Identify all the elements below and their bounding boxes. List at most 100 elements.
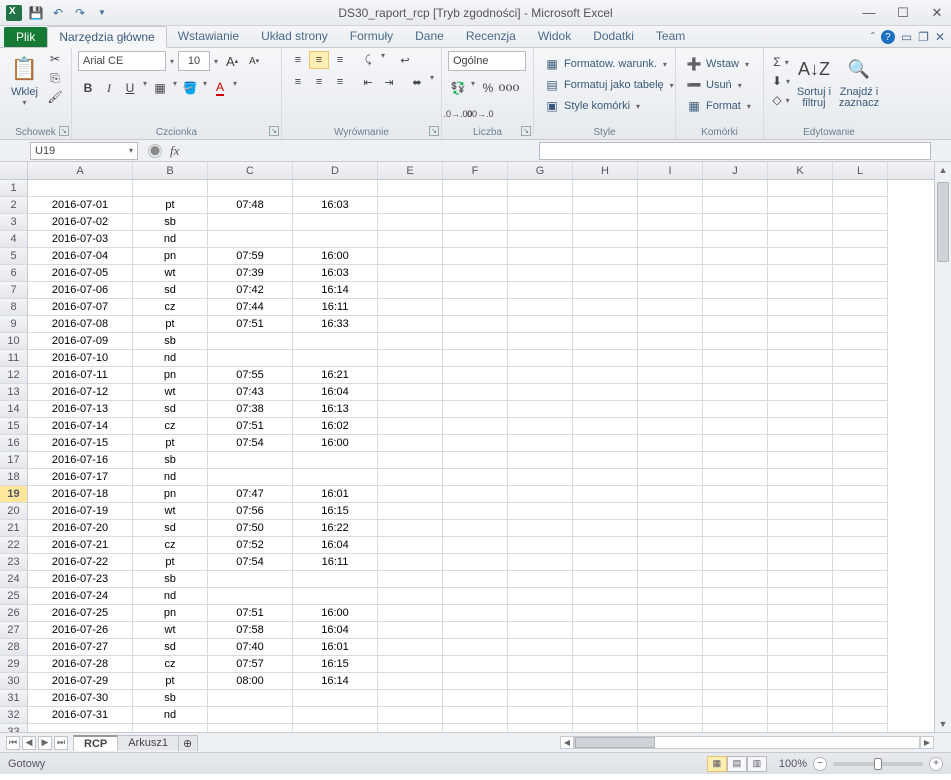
cell[interactable] (573, 520, 638, 537)
cell[interactable] (208, 469, 293, 486)
maximize-button[interactable]: ☐ (893, 5, 913, 21)
cell[interactable] (508, 673, 573, 690)
cell[interactable] (378, 452, 443, 469)
row-header[interactable]: 27 (0, 622, 28, 639)
cell[interactable] (443, 520, 508, 537)
fill-icon[interactable]: ⬇▾ (772, 73, 792, 89)
cell[interactable] (703, 707, 768, 724)
cell[interactable]: 16:14 (293, 673, 378, 690)
cell[interactable]: 2016-07-06 (28, 282, 133, 299)
cell[interactable] (638, 333, 703, 350)
cell[interactable] (703, 639, 768, 656)
copy-icon[interactable]: ⎘ (45, 70, 65, 86)
cell[interactable] (703, 588, 768, 605)
cell[interactable] (573, 588, 638, 605)
cell[interactable] (703, 435, 768, 452)
sheet-nav-prev-icon[interactable]: ◀ (22, 736, 36, 750)
cell[interactable] (378, 197, 443, 214)
cell[interactable] (638, 231, 703, 248)
cell[interactable] (133, 724, 208, 732)
row-header[interactable]: 25 (0, 588, 28, 605)
column-header[interactable]: K (768, 162, 833, 179)
cell[interactable] (703, 333, 768, 350)
cell[interactable]: sd (133, 639, 208, 656)
cell[interactable]: sb (133, 571, 208, 588)
cell[interactable]: 2016-07-22 (28, 554, 133, 571)
cell[interactable] (703, 248, 768, 265)
cell[interactable] (378, 401, 443, 418)
cell[interactable] (293, 469, 378, 486)
align-bottom-icon[interactable]: ≡ (330, 51, 350, 69)
chevron-down-icon[interactable]: ▾ (171, 79, 179, 97)
cell[interactable]: 2016-07-20 (28, 520, 133, 537)
cell[interactable]: 16:04 (293, 622, 378, 639)
row-header[interactable]: 22 (0, 537, 28, 554)
cell[interactable] (293, 231, 378, 248)
wrap-text-icon[interactable]: ↩ (395, 51, 415, 69)
cell[interactable] (293, 180, 378, 197)
cell[interactable] (508, 571, 573, 588)
row-header[interactable]: 10 (0, 333, 28, 350)
cell[interactable] (443, 469, 508, 486)
select-all-corner[interactable] (0, 162, 28, 179)
cell[interactable] (573, 622, 638, 639)
cell[interactable]: 16:02 (293, 418, 378, 435)
cell[interactable] (768, 452, 833, 469)
cell[interactable] (638, 656, 703, 673)
cell[interactable] (573, 537, 638, 554)
cell[interactable] (638, 282, 703, 299)
cell[interactable]: 16:03 (293, 265, 378, 282)
cell[interactable] (208, 180, 293, 197)
cell[interactable] (768, 724, 833, 732)
cell[interactable]: sb (133, 452, 208, 469)
border-button[interactable]: ▦ (150, 79, 170, 97)
cell[interactable]: 16:00 (293, 435, 378, 452)
cell[interactable] (443, 435, 508, 452)
cell[interactable] (378, 350, 443, 367)
cell[interactable] (833, 622, 888, 639)
number-format-combo[interactable]: Ogólne (448, 51, 526, 71)
cell[interactable] (133, 180, 208, 197)
cell[interactable] (443, 639, 508, 656)
cell[interactable] (573, 707, 638, 724)
row-header[interactable]: 33 (0, 724, 28, 732)
cell[interactable]: nd (133, 350, 208, 367)
cell[interactable] (703, 316, 768, 333)
cell[interactable] (208, 231, 293, 248)
cell[interactable] (573, 486, 638, 503)
fill-color-button[interactable]: 🪣 (180, 79, 200, 97)
cell[interactable] (573, 367, 638, 384)
cell[interactable] (508, 197, 573, 214)
zoom-in-icon[interactable]: + (929, 757, 943, 771)
cell[interactable]: 07:51 (208, 418, 293, 435)
row-header[interactable]: 19 (0, 486, 28, 503)
cell[interactable] (768, 248, 833, 265)
cell[interactable]: wt (133, 384, 208, 401)
cell[interactable] (768, 282, 833, 299)
cell[interactable] (768, 571, 833, 588)
cell[interactable]: sd (133, 520, 208, 537)
decrease-indent-icon[interactable]: ⇤ (358, 73, 378, 91)
cell[interactable] (703, 690, 768, 707)
cell[interactable] (703, 656, 768, 673)
new-sheet-icon[interactable]: ⊕ (178, 735, 198, 751)
cell[interactable]: wt (133, 265, 208, 282)
cell[interactable]: 2016-07-10 (28, 350, 133, 367)
row-header[interactable]: 2 (0, 197, 28, 214)
cell[interactable]: pn (133, 486, 208, 503)
cell[interactable] (768, 401, 833, 418)
cell[interactable] (293, 214, 378, 231)
cell[interactable] (768, 197, 833, 214)
cell[interactable]: nd (133, 707, 208, 724)
align-center-icon[interactable]: ≡ (309, 73, 329, 91)
cell[interactable] (703, 537, 768, 554)
cell[interactable] (703, 401, 768, 418)
cell[interactable]: 16:33 (293, 316, 378, 333)
cell[interactable] (208, 588, 293, 605)
cell[interactable] (703, 282, 768, 299)
cell[interactable] (638, 707, 703, 724)
cell[interactable]: wt (133, 622, 208, 639)
cell[interactable] (638, 503, 703, 520)
increase-indent-icon[interactable]: ⇥ (379, 73, 399, 91)
cell[interactable] (378, 384, 443, 401)
